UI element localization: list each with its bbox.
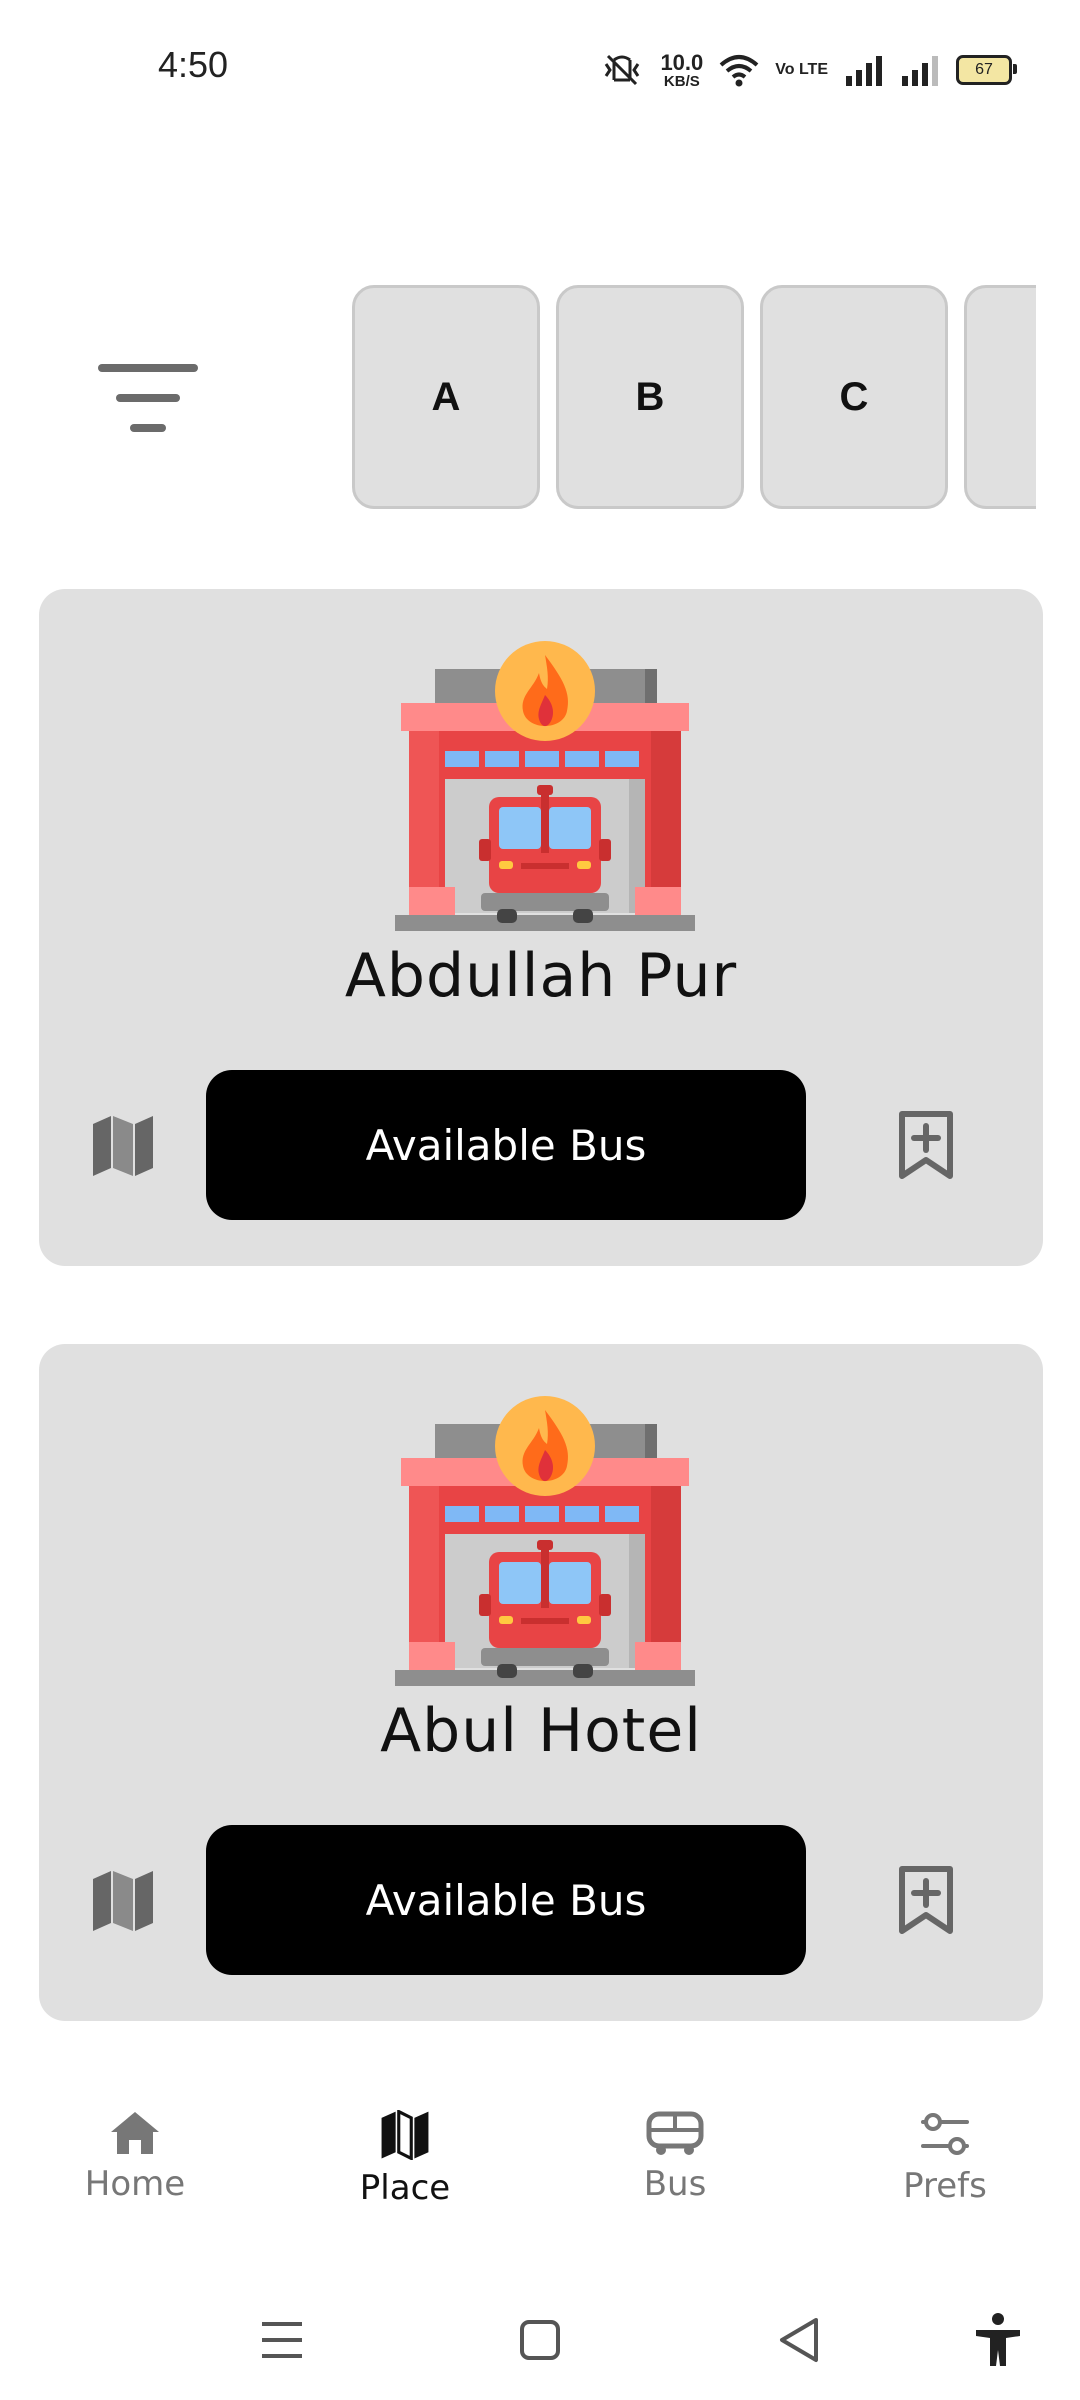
fire-station-icon — [395, 641, 695, 931]
filter-button[interactable] — [98, 362, 198, 442]
wifi-icon — [719, 55, 759, 87]
map-button[interactable] — [91, 1869, 155, 1933]
letter-chip-c[interactable]: C — [760, 285, 948, 509]
bus-icon — [646, 2111, 704, 2155]
nav-place-label: Place — [359, 2168, 451, 2208]
bookmark-button[interactable] — [894, 1865, 958, 1935]
letter-filter-row[interactable]: A B C — [350, 285, 1036, 515]
map-button[interactable] — [91, 1114, 155, 1178]
fire-station-icon — [395, 1396, 695, 1686]
battery-indicator: 67 — [956, 55, 1017, 85]
net-speed-value: 10.0 — [660, 49, 704, 75]
menu-icon[interactable] — [252, 2310, 312, 2370]
sliders-icon — [921, 2113, 969, 2155]
place-card[interactable]: Abdullah Pur Available Bus — [39, 589, 1043, 1266]
nav-home-label: Home — [84, 2164, 186, 2204]
place-card[interactable]: Abul Hotel Available Bus — [39, 1344, 1043, 2021]
back-icon[interactable] — [770, 2310, 830, 2370]
nav-prefs-label: Prefs — [903, 2166, 987, 2206]
filter-icon — [98, 364, 198, 432]
nav-bus-label: Bus — [643, 2164, 707, 2204]
available-bus-button[interactable]: Available Bus — [206, 1825, 806, 1975]
accessibility-icon[interactable] — [968, 2310, 1028, 2370]
system-nav-bar — [0, 2290, 1080, 2400]
home-square-icon[interactable] — [510, 2310, 570, 2370]
home-icon — [111, 2112, 159, 2154]
map-icon — [93, 1871, 153, 1931]
status-time: 4:50 — [158, 44, 229, 85]
signal-icon — [846, 56, 882, 86]
place-name: Abdullah Pur — [344, 941, 738, 1011]
place-name: Abul Hotel — [380, 1696, 702, 1766]
letter-chip-a[interactable]: A — [352, 285, 540, 509]
nav-prefs[interactable]: Prefs — [845, 2110, 1045, 2230]
available-bus-button[interactable]: Available Bus — [206, 1070, 806, 1220]
nav-bus[interactable]: Bus — [575, 2110, 775, 2230]
net-speed: 10.0 KB/S — [660, 49, 704, 90]
nav-place[interactable]: Place — [305, 2110, 505, 2230]
bottom-nav: Home Place Bus Prefs — [0, 2080, 1080, 2240]
bookmark-add-icon — [899, 1111, 953, 1179]
nav-home[interactable]: Home — [35, 2110, 235, 2230]
map-icon — [93, 1116, 153, 1176]
letter-chip-d[interactable] — [964, 285, 1036, 509]
volte-indicator: Vo LTE — [775, 61, 828, 78]
vibrate-off-icon — [605, 54, 640, 86]
letter-chip-b[interactable]: B — [556, 285, 744, 509]
net-speed-unit: KB/S — [663, 72, 700, 90]
status-bar: 4:50 10.0 KB/S Vo LTE 67 — [0, 0, 1080, 140]
bookmark-add-icon — [899, 1866, 953, 1934]
status-icons: 10.0 KB/S Vo LTE 67 — [600, 48, 1017, 92]
map-icon — [381, 2110, 429, 2160]
signal-icon-2 — [902, 56, 938, 86]
bookmark-button[interactable] — [894, 1110, 958, 1180]
